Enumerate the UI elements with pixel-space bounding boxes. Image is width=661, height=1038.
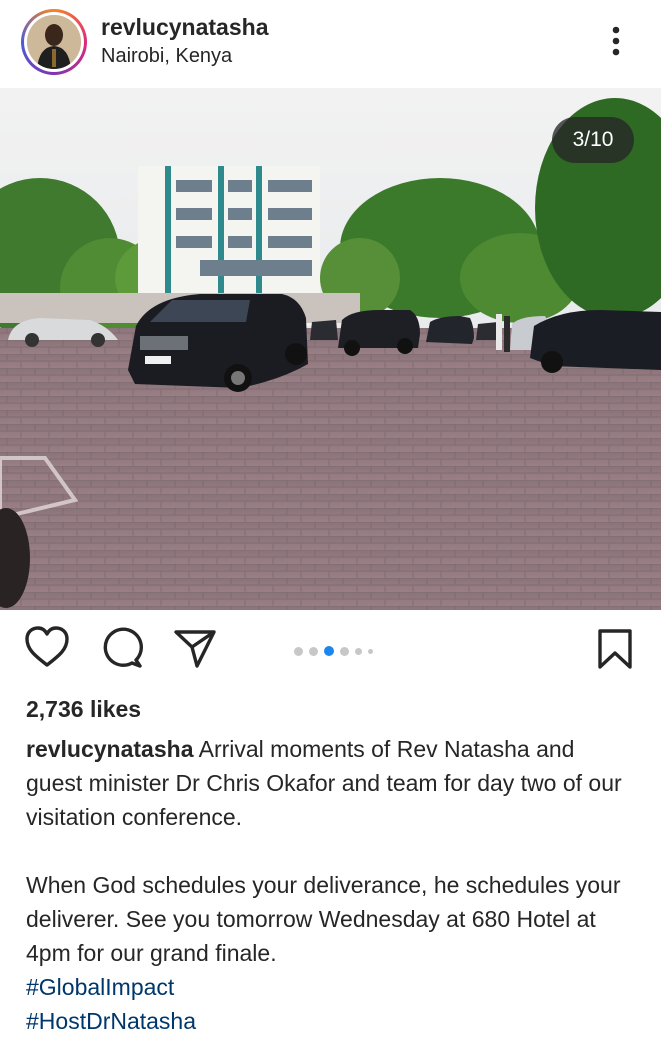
save-button[interactable]	[592, 625, 642, 679]
like-button[interactable]	[24, 625, 74, 679]
post-caption: revlucynatasha Arrival moments of Rev Na…	[26, 732, 636, 1038]
post-header: revlucynatasha Nairobi, Kenya	[0, 0, 661, 88]
caption-paragraph-2: When God schedules your deliverance, he …	[26, 872, 621, 966]
avatar-photo	[27, 15, 81, 69]
carousel-dot	[309, 646, 318, 656]
caption-paragraph: revlucynatasha Arrival moments of Rev Na…	[26, 732, 636, 834]
more-options-button[interactable]	[600, 22, 632, 62]
bookmark-icon	[598, 629, 632, 669]
post-photo[interactable]	[0, 88, 661, 610]
carousel-dot	[340, 646, 349, 656]
comment-button[interactable]	[100, 625, 150, 679]
post-username[interactable]: revlucynatasha	[101, 14, 268, 41]
like-count[interactable]: 2,736 likes	[26, 696, 141, 723]
more-vertical-icon	[612, 26, 620, 56]
hashtag-link[interactable]: #GlobalImpact	[26, 970, 636, 1004]
share-icon	[174, 630, 216, 668]
carousel-dot-active	[324, 646, 334, 656]
post-image	[0, 88, 661, 610]
heart-icon	[25, 626, 69, 667]
carousel-counter: 3/10	[552, 117, 634, 163]
share-button[interactable]	[172, 625, 222, 679]
avatar-image	[27, 15, 81, 69]
avatar[interactable]	[21, 9, 87, 75]
carousel-dot	[355, 647, 362, 655]
carousel-dot	[294, 646, 303, 656]
carousel-dots	[294, 646, 373, 656]
carousel-dot	[368, 648, 373, 654]
comment-icon	[103, 627, 143, 668]
caption-username[interactable]: revlucynatasha	[26, 736, 193, 762]
hashtag-link[interactable]: #HostDrNatasha	[26, 1004, 636, 1038]
post-location[interactable]: Nairobi, Kenya	[101, 45, 232, 68]
